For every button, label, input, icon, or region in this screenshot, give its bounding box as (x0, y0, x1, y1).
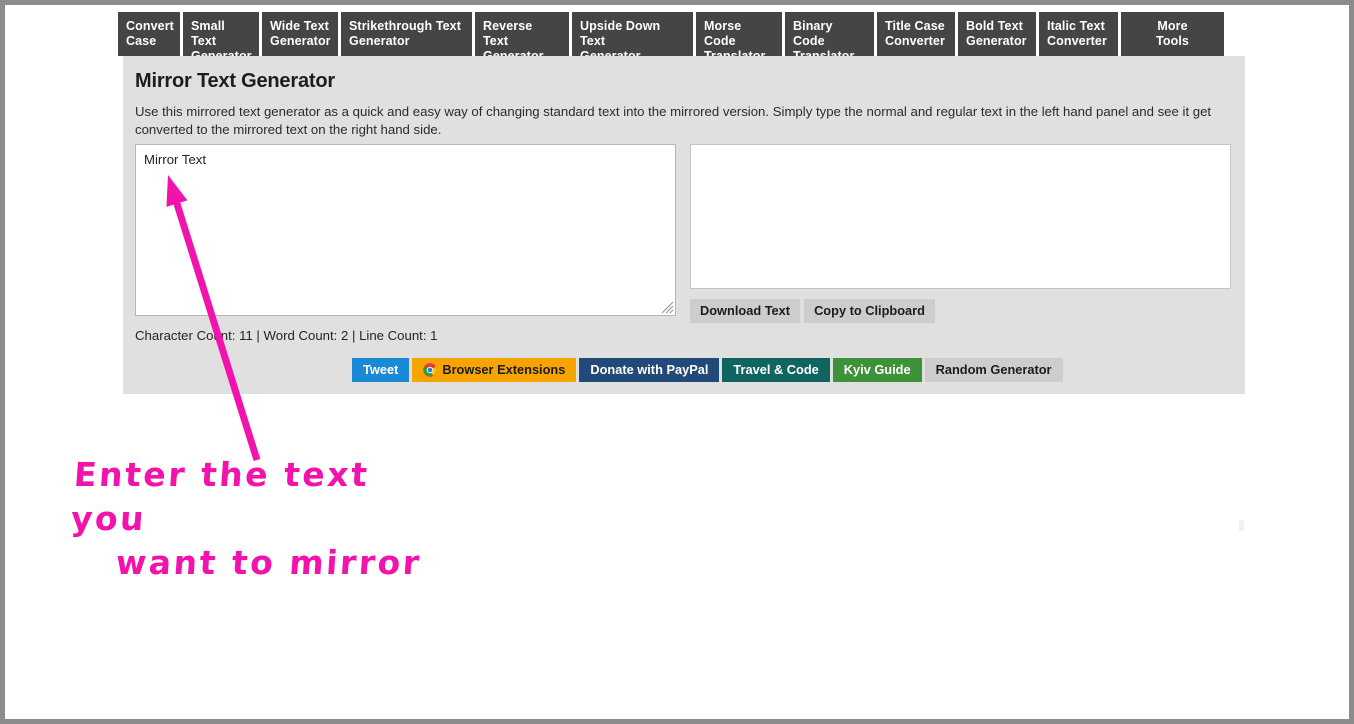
output-actions: Download Text Copy to Clipboard (690, 299, 935, 323)
annotation-text-line-1: Enter the text you (69, 453, 455, 541)
travel-and-code-label: Travel & Code (733, 362, 818, 378)
travel-and-code-button[interactable]: Travel & Code (722, 358, 829, 382)
page-artifact-mark (1239, 520, 1244, 531)
main-content-panel: Mirror Text Generator Use this mirrored … (123, 56, 1245, 394)
nav-item-small-text-generator[interactable]: Small Text Generator (183, 12, 259, 56)
copy-to-clipboard-button[interactable]: Copy to Clipboard (804, 299, 935, 323)
annotation-text: Enter the text you want to mirror (66, 453, 455, 585)
nav-item-title-case-converter[interactable]: Title Case Converter (877, 12, 955, 56)
page-title: Mirror Text Generator (135, 70, 335, 93)
donate-with-paypal-button[interactable]: Donate with PayPal (579, 358, 719, 382)
nav-item-more-tools[interactable]: More Tools (1121, 12, 1224, 56)
nav-item-italic-text-converter[interactable]: Italic Text Converter (1039, 12, 1118, 56)
tweet-button-label: Tweet (363, 362, 398, 378)
nav-item-reverse-text-generator[interactable]: Reverse Text Generator (475, 12, 569, 56)
browser-extensions-button[interactable]: Browser Extensions (412, 358, 576, 382)
nav-item-binary-code-translator[interactable]: Binary Code Translator (785, 12, 874, 56)
source-text-input[interactable] (135, 144, 676, 316)
browser-extensions-label: Browser Extensions (442, 362, 565, 378)
random-generator-label: Random Generator (936, 362, 1052, 378)
kyiv-guide-label: Kyiv Guide (844, 362, 911, 378)
tweet-button[interactable]: Tweet (352, 358, 409, 382)
download-text-button[interactable]: Download Text (690, 299, 800, 323)
nav-item-wide-text-generator[interactable]: Wide Text Generator (262, 12, 338, 56)
random-generator-button[interactable]: Random Generator (925, 358, 1063, 382)
character-count-status: Character Count: 11 | Word Count: 2 | Li… (135, 328, 438, 343)
page-description: Use this mirrored text generator as a qu… (135, 103, 1228, 138)
nav-item-morse-code-translator[interactable]: Morse Code Translator (696, 12, 782, 56)
chrome-icon (423, 363, 437, 377)
mirrored-text-output[interactable] (690, 144, 1231, 289)
nav-item-convert-case[interactable]: Convert Case (118, 12, 180, 56)
nav-item-bold-text-generator[interactable]: Bold Text Generator (958, 12, 1036, 56)
kyiv-guide-button[interactable]: Kyiv Guide (833, 358, 922, 382)
browser-screenshot: Convert Case Small Text Generator Wide T… (0, 0, 1354, 724)
social-links-row: Tweet Browser Extensions Donate with Pay… (352, 358, 1063, 382)
donate-with-paypal-label: Donate with PayPal (590, 362, 708, 378)
top-nav: Convert Case Small Text Generator Wide T… (118, 12, 1245, 56)
nav-item-upside-down-text-generator[interactable]: Upside Down Text Generator (572, 12, 693, 56)
annotation-text-line-2: want to mirror (66, 541, 449, 585)
nav-item-strikethrough-text-generator[interactable]: Strikethrough Text Generator (341, 12, 472, 56)
